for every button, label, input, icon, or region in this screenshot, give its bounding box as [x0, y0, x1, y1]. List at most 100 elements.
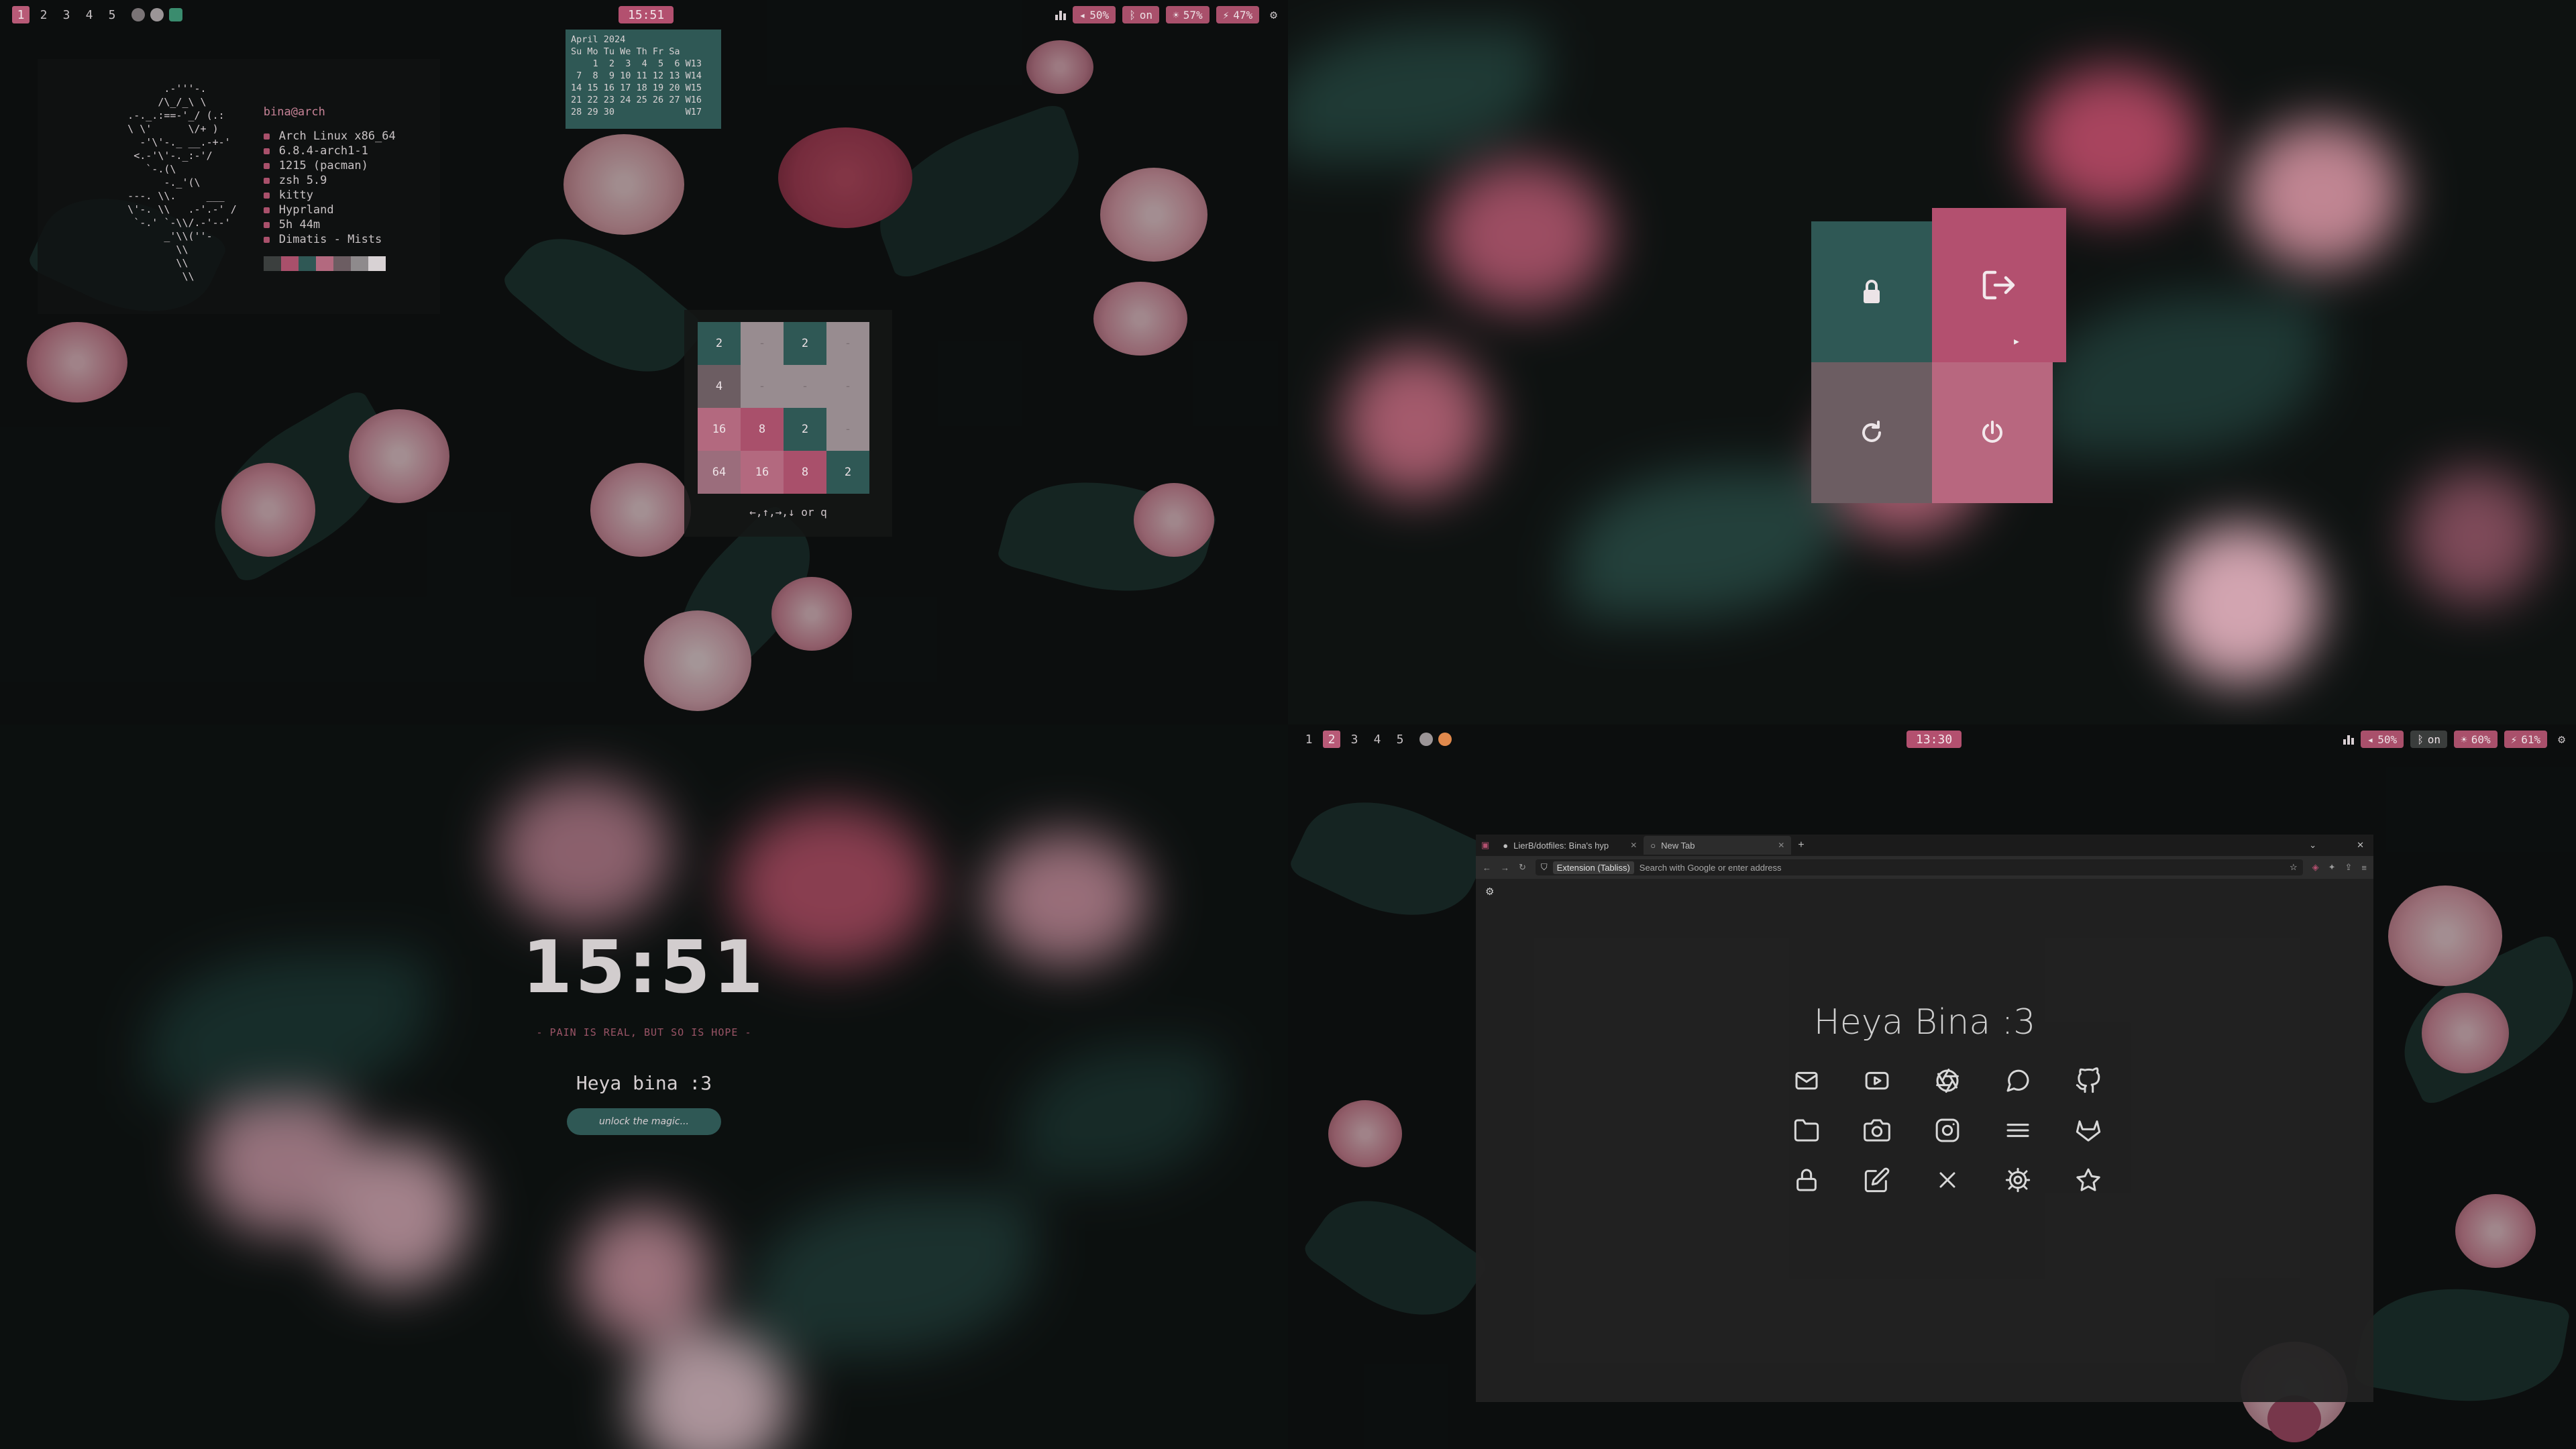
workspace-3[interactable]: 3 — [1346, 731, 1363, 748]
power-icon — [1982, 421, 2002, 443]
brightness-module[interactable]: ☀ 60% — [2454, 731, 2498, 748]
system-fetch-panel: .-'''-. /\_/_\ \ .-._.:==-'_/ (.: \ \' \… — [38, 59, 440, 314]
bluetooth-module[interactable]: ᛒ on — [2410, 731, 2448, 748]
volume-module[interactable]: ◂ 50% — [1072, 6, 1116, 23]
share-icon[interactable]: ⇪ — [2345, 862, 2353, 873]
lock-button[interactable] — [1811, 221, 1932, 362]
folder-icon[interactable] — [1771, 1106, 1841, 1155]
github-icon: ● — [1503, 840, 1509, 851]
ascii-flower-art: .-'''-. /\_/_\ \ .-._.:==-'_/ (.: \ \' \… — [127, 83, 237, 282]
game-tile: - — [784, 365, 826, 408]
reboot-button[interactable] — [1811, 362, 1932, 503]
logout-button[interactable]: ▸ — [1932, 208, 2066, 362]
game-tile: 8 — [784, 451, 826, 494]
password-input[interactable]: unlock the magic... — [567, 1108, 721, 1135]
game-2048-window[interactable]: 2-2-4- - -16 8 2-64 16 8 2 ←,↑,→,↓ or q — [684, 310, 892, 537]
new-tab-plus-icon[interactable]: + — [1798, 839, 1804, 851]
shutdown-button[interactable] — [1932, 362, 2053, 503]
logout-icon — [1982, 270, 2015, 300]
workspace-5[interactable]: 5 — [1391, 731, 1409, 748]
fetch-terminal: kitty — [263, 188, 396, 203]
workspace-2[interactable]: 2 — [35, 6, 52, 23]
star-icon[interactable] — [2053, 1155, 2123, 1205]
bluetooth-icon: ᛒ — [1129, 8, 1136, 21]
bar-clock[interactable]: 13:30 — [1907, 731, 1962, 748]
reload-icon[interactable]: ↻ — [1519, 862, 1526, 873]
game-tile: 2 — [784, 408, 826, 451]
brightness-module[interactable]: ☀ 57% — [1166, 6, 1210, 23]
speaker-icon: ◂ — [1079, 8, 1086, 21]
workspace-4[interactable]: 4 — [1368, 731, 1386, 748]
tab-new-tab[interactable]: ○ New Tab ✕ — [1644, 836, 1792, 855]
menu-icon[interactable]: ≡ — [2361, 863, 2367, 873]
bookmark-star-icon[interactable]: ☆ — [2290, 862, 2298, 873]
browser-window: ▣ ● LierB/dotfiles: Bina's hyp ✕ ○ New T… — [1476, 835, 2373, 1402]
desktop-widgets-quadrant: 1 2 3 4 5 15:51 ◂ 50% ᛒ on ☀ 57% ⚡ 47% ⚙ .-'… — [0, 0, 1288, 724]
url-bar[interactable]: ⛉ Extension (Tabliss) Search with Google… — [1535, 859, 2303, 875]
close-icon[interactable] — [1912, 1155, 1982, 1205]
tab-favicon-icon: ○ — [1650, 840, 1656, 851]
game-tile: - — [826, 322, 869, 365]
game-board: 2-2-4- - -16 8 2-64 16 8 2 — [698, 322, 879, 494]
tray-app-icon[interactable] — [131, 8, 145, 21]
bar-clock[interactable]: 15:51 — [619, 6, 674, 23]
battery-module[interactable]: ⚡ 61% — [2504, 731, 2548, 748]
mail-icon[interactable] — [1771, 1056, 1841, 1106]
aperture-icon[interactable] — [1912, 1056, 1982, 1106]
settings-icon[interactable] — [1982, 1155, 2053, 1205]
tray-app-icon[interactable] — [150, 8, 164, 21]
extension-icon[interactable]: ✦ — [2328, 862, 2336, 873]
battery-module[interactable]: ⚡ 47% — [1216, 6, 1260, 23]
bluetooth-module[interactable]: ᛒ on — [1122, 6, 1160, 23]
tray-icons — [1419, 733, 1452, 746]
workspace-5[interactable]: 5 — [103, 6, 121, 23]
extension-chip: Extension (Tabliss) — [1552, 861, 1634, 874]
github-icon[interactable] — [2053, 1056, 2123, 1106]
edit-icon[interactable] — [1841, 1155, 1912, 1205]
forward-icon[interactable]: → — [1501, 863, 1509, 873]
tray-app-icon[interactable] — [169, 8, 182, 21]
tabliss-settings-icon[interactable]: ⚙ — [1485, 885, 1494, 898]
bluetooth-icon: ᛒ — [2417, 733, 2424, 746]
chat-icon[interactable] — [1982, 1056, 2053, 1106]
tab-overview-icon[interactable]: ▣ — [1481, 840, 1489, 851]
back-icon[interactable]: ← — [1483, 863, 1491, 873]
workspace-4[interactable]: 4 — [80, 6, 98, 23]
fetch-kernel: 6.8.4-arch1-1 — [263, 144, 396, 158]
new-tab-page: ⚙ Heya Bina :3 — [1476, 879, 2373, 1402]
settings-icon[interactable]: ⚙ — [2558, 733, 2565, 747]
workspace-1[interactable]: 1 — [1300, 731, 1318, 748]
volume-module[interactable]: ◂ 50% — [2360, 731, 2404, 748]
settings-icon[interactable]: ⚙ — [1270, 8, 1277, 22]
tab-bar: ▣ ● LierB/dotfiles: Bina's hyp ✕ ○ New T… — [1476, 835, 2373, 856]
youtube-icon[interactable] — [1841, 1056, 1912, 1106]
pocket-icon[interactable]: ◈ — [2312, 862, 2319, 873]
power-menu-quadrant: ▸ — [1288, 0, 2576, 724]
close-icon[interactable]: ✕ — [1778, 841, 1784, 850]
camera-icon[interactable] — [1841, 1106, 1912, 1155]
instagram-icon[interactable] — [1912, 1106, 1982, 1155]
lock-icon[interactable] — [1771, 1155, 1841, 1205]
fetch-music: Dimatis - Mists — [263, 232, 396, 247]
tray-app-icon[interactable] — [1419, 733, 1433, 746]
bar-modules: ◂ 50% ᛒ on ☀ 60% ⚡ 61% ⚙ — [2343, 731, 2565, 748]
game-tile: 16 — [698, 408, 741, 451]
workspace-3[interactable]: 3 — [58, 6, 75, 23]
menu-icon[interactable] — [1982, 1106, 2053, 1155]
fetch-os: Arch Linux x86_64 — [263, 129, 396, 144]
gitlab-icon[interactable] — [2053, 1106, 2123, 1155]
tab-github[interactable]: ● LierB/dotfiles: Bina's hyp ✕ — [1496, 836, 1644, 855]
window-close-icon[interactable]: ✕ — [2357, 840, 2364, 851]
workspace-2[interactable]: 2 — [1323, 731, 1340, 748]
lock-greeting: Heya bina :3 — [576, 1072, 712, 1094]
tab-list-chevron-icon[interactable]: ⌄ — [2309, 840, 2316, 851]
workspace-1[interactable]: 1 — [12, 6, 30, 23]
firefox-icon[interactable] — [1438, 733, 1452, 746]
fetch-uptime: 5h 44m — [263, 217, 396, 232]
game-tile: 64 — [698, 451, 741, 494]
brightness-icon: ☀ — [1173, 8, 1179, 21]
close-icon[interactable]: ✕ — [1630, 841, 1637, 850]
game-hint: ←,↑,→,↓ or q — [749, 506, 827, 519]
game-tile: 8 — [741, 408, 784, 451]
browser-quadrant: 1 2 3 4 5 13:30 ◂ 50% ᛒ on ☀ 60% ⚡ 61% ⚙ ▣ ●… — [1288, 724, 2576, 1449]
